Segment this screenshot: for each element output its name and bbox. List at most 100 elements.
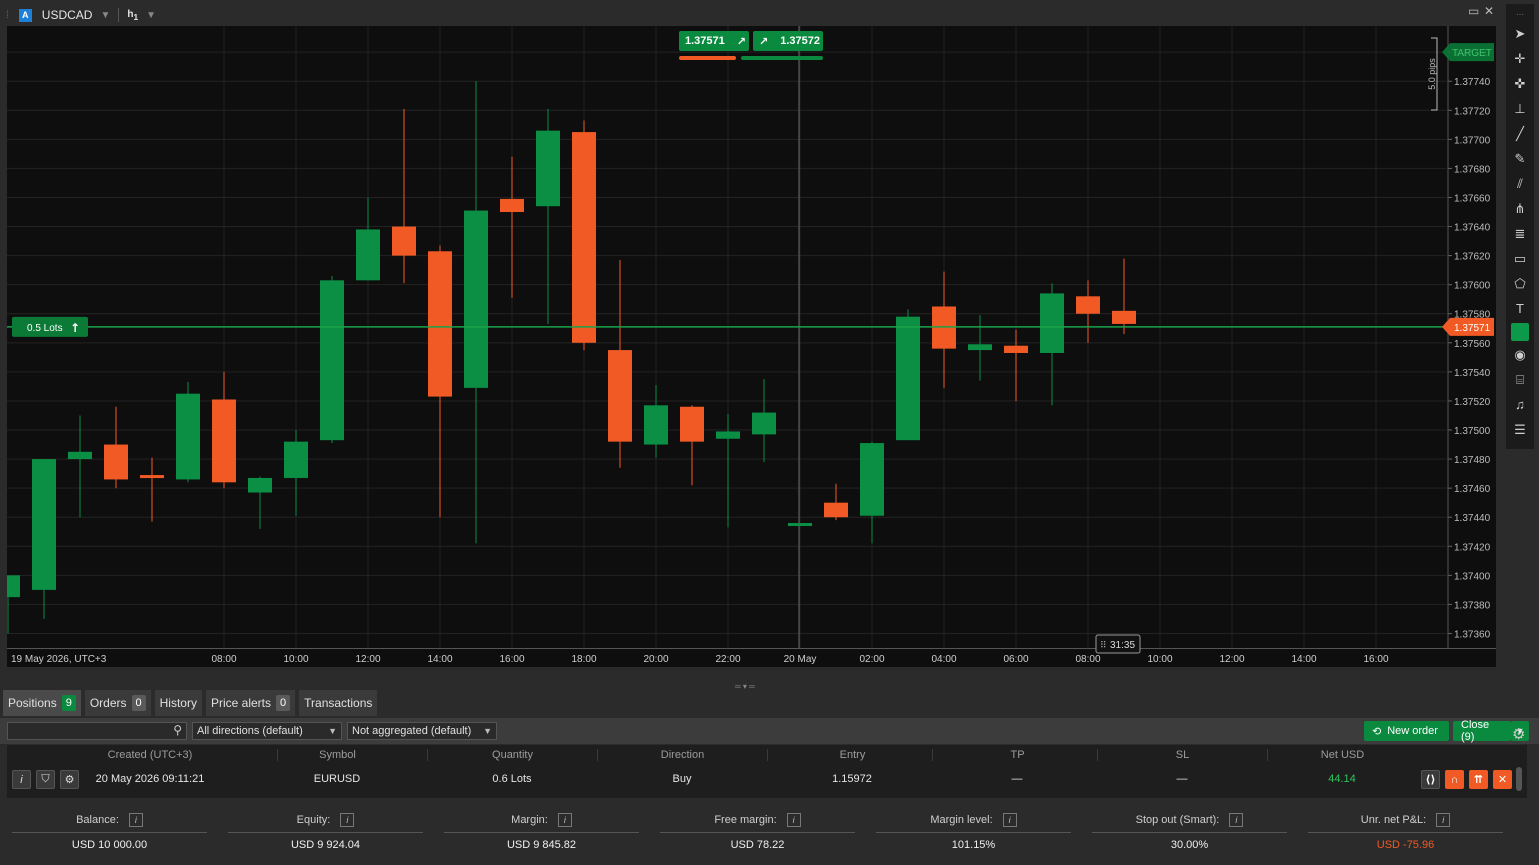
buy-spread-bar (741, 56, 823, 60)
chart-plot-area[interactable]: 1.377601.377401.377201.377001.376801.376… (7, 26, 1496, 667)
candle-body[interactable] (500, 198, 524, 213)
timeframe-dropdown-icon[interactable]: ▼ (146, 10, 156, 21)
info-icon[interactable]: i (128, 813, 143, 827)
measure-icon[interactable]: ⊥ (1509, 98, 1531, 120)
info-icon[interactable]: i (1229, 813, 1244, 827)
bid-price: 1.37571 (685, 35, 725, 47)
line-style-icon[interactable]: ◉ (1509, 344, 1531, 366)
column-header[interactable]: Created (UTC+3) (85, 749, 215, 761)
table-row[interactable]: i ⛉ ⚙ ⟨⟩ ∩ ⇈ ✕ 20 May 2026 09:11:21 EURUS… (7, 767, 1527, 791)
candle-body[interactable] (680, 406, 704, 442)
info-icon[interactable]: i (786, 813, 801, 827)
candle-body[interactable] (392, 226, 416, 256)
maximize-icon[interactable]: ▭ (1468, 4, 1479, 18)
pointer-icon[interactable]: ➤ (1509, 23, 1531, 45)
panel-resize-handle-icon[interactable]: ═ ▾ ═ (735, 682, 755, 691)
close-icon[interactable]: ✕ (1484, 4, 1494, 18)
candle-body[interactable] (968, 344, 992, 351)
candle-body[interactable] (212, 399, 236, 483)
column-header[interactable]: Entry (767, 749, 937, 761)
column-header[interactable]: Net USD (1267, 749, 1417, 761)
candle-body[interactable] (788, 523, 812, 527)
candle-body[interactable] (752, 412, 776, 435)
tab-transactions[interactable]: Transactions (299, 690, 378, 716)
tab-positions[interactable]: Positions 9 (3, 690, 81, 716)
tab-orders[interactable]: Orders 0 (84, 690, 151, 716)
column-header[interactable]: Direction (597, 749, 767, 761)
column-header[interactable]: Quantity (427, 749, 597, 761)
table-scrollbar[interactable] (1516, 767, 1522, 791)
drag-handle-icon[interactable]: ⁞ (6, 10, 9, 21)
candle-body[interactable] (1112, 310, 1136, 324)
rectangle-icon[interactable]: ▭ (1509, 248, 1531, 270)
settings-gear-icon[interactable]: ⚙ (60, 770, 79, 789)
candle-body[interactable] (104, 444, 128, 480)
buy-price-button[interactable]: ↗ 1.37572 (753, 31, 823, 51)
close-position-icon[interactable]: ✕ (1493, 770, 1512, 789)
candle-body[interactable] (356, 229, 380, 281)
timeframe-selector[interactable]: h1 (127, 9, 138, 22)
directions-select[interactable]: All directions (default) ▼ (192, 722, 342, 740)
text-icon[interactable]: T (1509, 298, 1531, 320)
candle-body[interactable] (1004, 345, 1028, 353)
protection-shield-icon[interactable]: ⛉ (36, 770, 55, 789)
info-icon[interactable]: i (557, 813, 572, 827)
aggregation-select[interactable]: Not aggregated (default) ▼ (347, 722, 497, 740)
column-header[interactable]: Symbol (277, 749, 397, 761)
candle-body[interactable] (716, 431, 740, 439)
candlestick-chart[interactable]: 1.377601.377401.377201.377001.376801.376… (7, 26, 1496, 667)
gear-icon[interactable]: ⚙ (1512, 725, 1525, 743)
candle-body[interactable] (896, 316, 920, 441)
candle-body[interactable] (176, 393, 200, 480)
candle-body[interactable] (572, 132, 596, 343)
candle-body[interactable] (608, 350, 632, 442)
trend-line-icon[interactable]: ╱ (1509, 123, 1531, 145)
candle-body[interactable] (32, 459, 56, 590)
indicators-icon[interactable]: ☰ (1509, 419, 1531, 441)
new-order-button[interactable]: ⟲ New order (1364, 721, 1449, 741)
search-input[interactable]: ⚲ (7, 722, 187, 740)
candle-body[interactable] (824, 502, 848, 518)
fibonacci-icon[interactable]: ≣ (1509, 223, 1531, 245)
close-all-button[interactable]: Close (9) (1453, 719, 1511, 743)
shape-icon[interactable]: ⬠ (1509, 273, 1531, 295)
info-icon[interactable]: i (12, 770, 31, 789)
current-price-label: 1.37571 (1454, 323, 1491, 334)
crosshair-icon[interactable]: ✛ (1509, 48, 1531, 70)
candle-body[interactable] (860, 443, 884, 516)
alert-bell-icon[interactable]: ♫ (1509, 394, 1531, 416)
symbol-name[interactable]: USDCAD (42, 8, 93, 22)
candle-body[interactable] (320, 280, 344, 441)
column-header[interactable]: TP (932, 749, 1102, 761)
info-icon[interactable]: i (1002, 813, 1017, 827)
pitchfork-icon[interactable]: ⋔ (1509, 198, 1531, 220)
color-swatch-icon[interactable] (1511, 322, 1529, 341)
candle-body[interactable] (7, 575, 20, 598)
candle-body[interactable] (140, 475, 164, 479)
candle-body[interactable] (1040, 293, 1064, 353)
candle-body[interactable] (464, 210, 488, 388)
double-up-icon[interactable]: ⇈ (1469, 770, 1488, 789)
pen-icon[interactable]: ✎ (1509, 148, 1531, 170)
candle-body[interactable] (536, 130, 560, 207)
reverse-position-icon[interactable]: ∩ (1445, 770, 1464, 789)
info-icon[interactable]: i (1436, 813, 1451, 827)
candle-body[interactable] (644, 405, 668, 445)
info-icon[interactable]: i (340, 813, 355, 827)
symbol-dropdown-icon[interactable]: ▼ (100, 10, 110, 21)
sell-price-button[interactable]: 1.37571 ↗ (679, 31, 749, 51)
candle-body[interactable] (428, 251, 452, 397)
column-header[interactable]: SL (1097, 749, 1267, 761)
candle-body[interactable] (68, 451, 92, 460)
camera-icon[interactable]: ⌸ (1509, 369, 1531, 391)
toolbar-grip-icon[interactable]: ⋯ (1509, 10, 1531, 20)
candle-body[interactable] (1076, 296, 1100, 314)
share-icon[interactable]: ⟨⟩ (1421, 770, 1440, 789)
tab-label: Orders (89, 696, 127, 710)
candle-body[interactable] (248, 477, 272, 493)
channel-icon[interactable]: ⫽ (1509, 173, 1531, 195)
tab-price-alerts[interactable]: Price alerts 0 (205, 690, 296, 716)
tab-history[interactable]: History (154, 690, 202, 716)
candle-body[interactable] (284, 441, 308, 478)
crosshair-plus-icon[interactable]: ✜ (1509, 73, 1531, 95)
